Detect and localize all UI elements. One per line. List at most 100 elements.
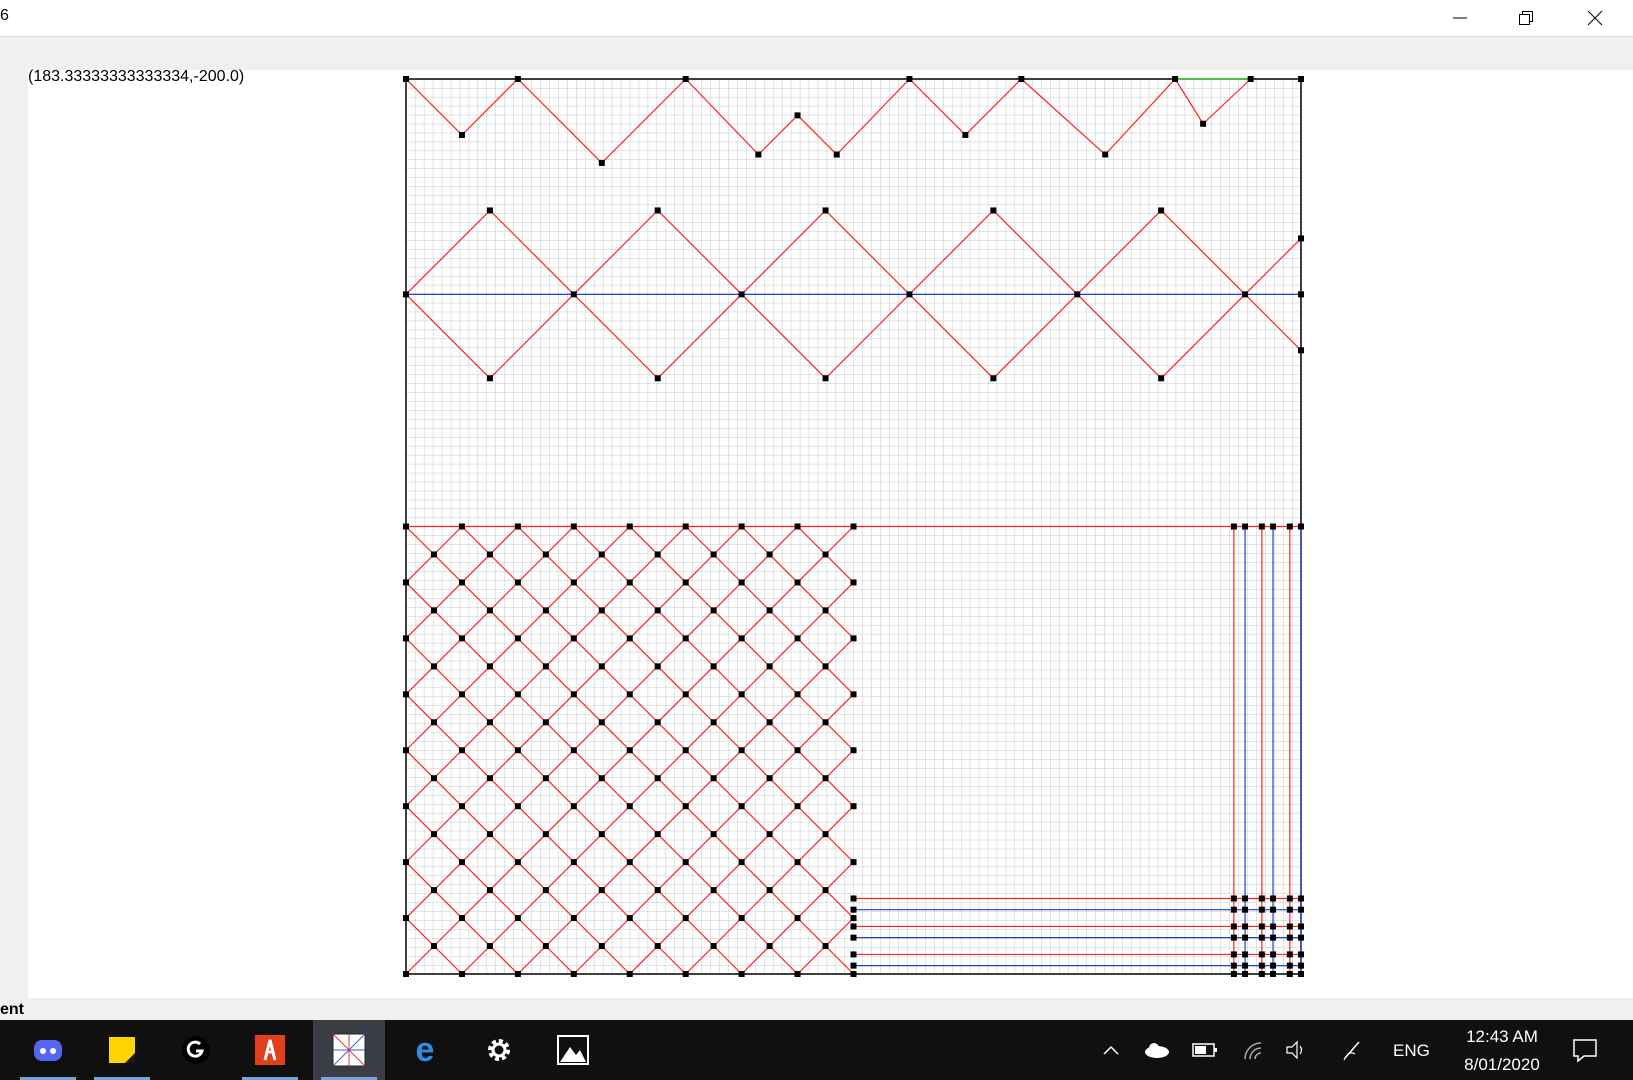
crease-vertex[interactable] xyxy=(738,691,745,698)
crease-vertex[interactable] xyxy=(598,887,605,894)
crease-vertex[interactable] xyxy=(850,923,857,930)
crease-vertex[interactable] xyxy=(403,915,409,922)
crease-vertex[interactable] xyxy=(1242,906,1249,913)
crease-vertex[interactable] xyxy=(458,915,465,922)
crease-vertex[interactable] xyxy=(1242,923,1249,930)
crease-vertex[interactable] xyxy=(682,747,689,754)
crease-vertex[interactable] xyxy=(850,579,857,586)
crease-vertex[interactable] xyxy=(1074,291,1081,298)
crease-vertex[interactable] xyxy=(626,915,633,922)
crease-vertex[interactable] xyxy=(1102,151,1109,158)
crease-vertex[interactable] xyxy=(514,859,521,866)
crease-vertex[interactable] xyxy=(542,663,549,670)
crease-vertex[interactable] xyxy=(654,607,661,614)
crease-vertex[interactable] xyxy=(1270,971,1277,977)
crease-vertex[interactable] xyxy=(1258,951,1265,958)
crease-vertex[interactable] xyxy=(1286,895,1293,902)
taskbar-app-discord[interactable] xyxy=(12,1020,84,1080)
crease-vertex[interactable] xyxy=(822,775,829,782)
crease-vertex[interactable] xyxy=(654,375,661,382)
crease-vertex[interactable] xyxy=(486,887,493,894)
crease-vertex[interactable] xyxy=(654,207,661,214)
crease-vertex[interactable] xyxy=(822,607,829,614)
crease-vertex[interactable] xyxy=(682,579,689,586)
crease-vertex[interactable] xyxy=(794,691,801,698)
crease-vertex[interactable] xyxy=(486,375,493,382)
crease-vertex[interactable] xyxy=(990,375,997,382)
crease-vertex[interactable] xyxy=(570,523,577,530)
crease-vertex[interactable] xyxy=(850,971,857,977)
crease-vertex[interactable] xyxy=(822,207,829,214)
crease-vertex[interactable] xyxy=(1242,962,1249,969)
clock-date[interactable]: 8/01/2020 xyxy=(1452,1055,1552,1075)
crease-vertex[interactable] xyxy=(822,375,829,382)
crease-vertex[interactable] xyxy=(570,579,577,586)
crease-vertex[interactable] xyxy=(598,159,605,166)
crease-vertex[interactable] xyxy=(710,887,717,894)
crease-vertex[interactable] xyxy=(654,887,661,894)
crease-vertex[interactable] xyxy=(1242,951,1249,958)
crease-vertex[interactable] xyxy=(514,523,521,530)
crease-vertex[interactable] xyxy=(1298,235,1304,242)
crease-vertex[interactable] xyxy=(1158,207,1165,214)
crease-vertex[interactable] xyxy=(654,719,661,726)
crease-vertex[interactable] xyxy=(486,607,493,614)
crease-vertex[interactable] xyxy=(598,775,605,782)
crease-vertex[interactable] xyxy=(906,76,913,82)
taskbar-app-edge[interactable]: e xyxy=(389,1020,461,1080)
crease-vertex[interactable] xyxy=(850,691,857,698)
crease-vertex[interactable] xyxy=(1286,971,1293,977)
crease-vertex[interactable] xyxy=(1230,895,1237,902)
crease-vertex[interactable] xyxy=(850,523,857,530)
crease-vertex[interactable] xyxy=(682,971,689,977)
crease-vertex[interactable] xyxy=(570,691,577,698)
crease-vertex[interactable] xyxy=(1298,291,1304,298)
crease-vertex[interactable] xyxy=(430,887,437,894)
crease-vertex[interactable] xyxy=(1270,962,1277,969)
crease-vertex[interactable] xyxy=(710,551,717,558)
crease-vertex[interactable] xyxy=(403,579,409,586)
crease-vertex[interactable] xyxy=(598,551,605,558)
crease-vertex[interactable] xyxy=(654,551,661,558)
crease-vertex[interactable] xyxy=(403,76,409,82)
crease-vertex[interactable] xyxy=(403,691,409,698)
crease-vertex[interactable] xyxy=(570,803,577,810)
clock-time[interactable]: 12:43 AM xyxy=(1452,1027,1552,1047)
crease-vertex[interactable] xyxy=(850,895,857,902)
crease-vertex[interactable] xyxy=(598,719,605,726)
crease-vertex[interactable] xyxy=(542,887,549,894)
crease-vertex[interactable] xyxy=(1242,291,1249,298)
crease-vertex[interactable] xyxy=(598,607,605,614)
crease-vertex[interactable] xyxy=(570,971,577,977)
taskbar-app-logitech[interactable] xyxy=(160,1020,232,1080)
crease-vertex[interactable] xyxy=(654,775,661,782)
crease-vertex[interactable] xyxy=(1258,934,1265,941)
crease-vertex[interactable] xyxy=(626,859,633,866)
crease-vertex[interactable] xyxy=(1298,906,1304,913)
crease-vertex[interactable] xyxy=(1286,951,1293,958)
crease-vertex[interactable] xyxy=(766,887,773,894)
language-indicator[interactable]: ENG xyxy=(1393,1041,1430,1061)
crease-vertex[interactable] xyxy=(1298,523,1304,530)
crease-vertex[interactable] xyxy=(458,635,465,642)
crease-vertex[interactable] xyxy=(1286,523,1293,530)
crease-vertex[interactable] xyxy=(1270,923,1277,930)
crease-vertex[interactable] xyxy=(833,151,840,158)
crease-vertex[interactable] xyxy=(1270,906,1277,913)
crease-vertex[interactable] xyxy=(766,775,773,782)
crease-vertex[interactable] xyxy=(710,663,717,670)
crease-vertex[interactable] xyxy=(654,831,661,838)
crease-vertex[interactable] xyxy=(738,635,745,642)
tray-wifi[interactable] xyxy=(1238,1020,1268,1080)
crease-vertex[interactable] xyxy=(486,943,493,950)
crease-vertex[interactable] xyxy=(738,971,745,977)
crease-vertex[interactable] xyxy=(822,719,829,726)
crease-vertex[interactable] xyxy=(626,579,633,586)
crease-vertex[interactable] xyxy=(458,131,465,138)
crease-vertex[interactable] xyxy=(850,803,857,810)
tray-pen[interactable] xyxy=(1338,1020,1368,1080)
crease-vertex[interactable] xyxy=(710,775,717,782)
taskbar-app-sticky-notes[interactable] xyxy=(86,1020,158,1080)
crease-vertex[interactable] xyxy=(598,943,605,950)
crease-vertex[interactable] xyxy=(514,691,521,698)
